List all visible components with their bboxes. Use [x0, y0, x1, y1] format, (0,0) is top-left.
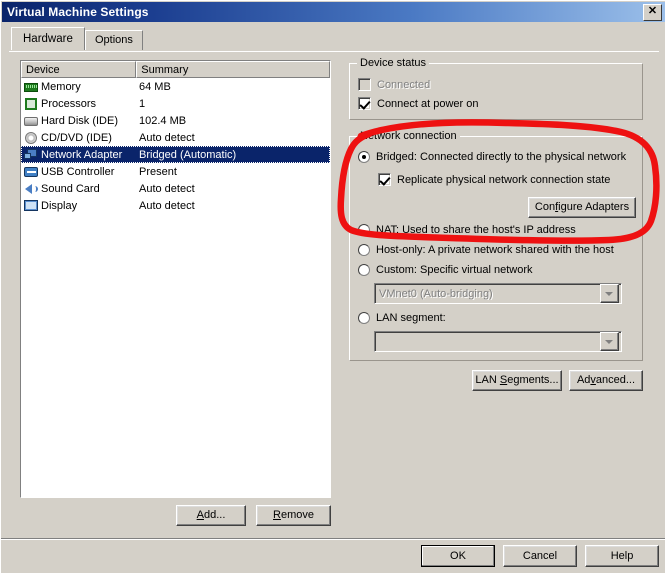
advanced-button[interactable]: Advanced... [569, 370, 643, 391]
device-summary: Auto detect [139, 199, 195, 212]
radio-nat-label: NAT: Used to share the host's IP address [376, 224, 576, 236]
custom-network-value: VMnet0 (Auto-bridging) [379, 287, 493, 300]
column-header-summary[interactable]: Summary [136, 61, 330, 78]
device-summary: 64 MB [139, 80, 171, 93]
chevron-down-icon[interactable] [600, 332, 619, 351]
configure-adapters-accel: f [555, 201, 559, 213]
radio-custom-label: Custom: Specific virtual network [376, 264, 533, 276]
hard-disk-icon [23, 113, 39, 129]
device-summary: Bridged (Automatic) [139, 148, 237, 161]
close-icon[interactable]: ✕ [643, 3, 662, 21]
device-list-header: Device Summary [21, 61, 330, 78]
connected-checkbox [358, 78, 371, 91]
add-button-label: dd... [203, 509, 226, 521]
device-summary: Auto detect [139, 182, 195, 195]
table-row[interactable]: Display Auto detect [21, 197, 330, 214]
radio-bridged-label: Bridged: Connected directly to the physi… [376, 151, 627, 163]
add-button[interactable]: Add... [176, 505, 246, 526]
connect-at-power-on-label: Connect at power on [377, 97, 479, 110]
configure-adapters-button[interactable]: Configure Adapters [528, 197, 636, 218]
device-summary: Present [139, 165, 177, 178]
device-name: USB Controller [41, 165, 115, 178]
column-header-device[interactable]: Device [21, 61, 137, 78]
table-row-selected[interactable]: Network Adapter Bridged (Automatic) [21, 146, 330, 163]
processor-icon [23, 96, 39, 112]
device-name: CD/DVD (IDE) [41, 131, 112, 144]
tab-hardware[interactable]: Hardware [11, 27, 85, 50]
cancel-button[interactable]: Cancel [503, 545, 577, 567]
replicate-state-row[interactable]: Replicate physical network connection st… [378, 173, 610, 186]
table-row[interactable]: Sound Card Auto detect [21, 180, 330, 197]
device-name: Memory [41, 80, 81, 93]
connect-at-power-on-row[interactable]: Connect at power on [358, 97, 479, 110]
advanced-accel: v [590, 374, 596, 386]
radio-nat-row[interactable]: NAT: Used to share the host's IP address [358, 224, 576, 236]
radio-bridged[interactable] [358, 151, 370, 163]
device-summary: 102.4 MB [139, 114, 187, 127]
remove-button-label: emove [280, 509, 314, 521]
usb-controller-icon [23, 164, 39, 180]
network-connection-groupbox: Network connection Bridged: Connected di… [349, 130, 643, 361]
table-row[interactable]: USB Controller Present [21, 163, 330, 180]
device-name: Sound Card [41, 182, 100, 195]
help-button[interactable]: Help [585, 545, 659, 567]
table-row[interactable]: Processors 1 [21, 95, 330, 112]
radio-lan-segment[interactable] [358, 312, 370, 324]
radio-custom-row[interactable]: Custom: Specific virtual network [358, 264, 533, 276]
network-adapter-icon [23, 147, 39, 163]
device-summary: Auto detect [139, 131, 195, 144]
sound-card-icon [23, 181, 39, 197]
lan-segments-accel: S [499, 374, 508, 386]
network-connection-title: Network connection [357, 130, 460, 142]
device-status-groupbox: Device status Connected Connect at power… [349, 57, 643, 120]
chevron-down-icon[interactable] [600, 284, 619, 303]
device-name: Hard Disk (IDE) [41, 114, 119, 127]
custom-network-dropdown[interactable]: VMnet0 (Auto-bridging) [374, 283, 622, 304]
replicate-state-label: Replicate physical network connection st… [397, 173, 611, 186]
add-button-label-accel: A [196, 509, 204, 521]
lan-segments-button[interactable]: LAN Segments... [472, 370, 562, 391]
memory-icon [23, 79, 39, 95]
table-row[interactable]: Memory 64 MB [21, 78, 330, 95]
device-list[interactable]: Device Summary Memory 64 MB Processors 1… [20, 60, 331, 498]
display-icon [23, 198, 39, 214]
window-title: Virtual Machine Settings [7, 5, 149, 19]
device-name: Processors [41, 97, 97, 110]
remove-button[interactable]: Remove [256, 505, 331, 526]
tab-options[interactable]: Options [85, 30, 143, 50]
radio-custom[interactable] [358, 264, 370, 276]
device-summary: 1 [139, 97, 146, 110]
device-name: Display [41, 199, 78, 212]
table-row[interactable]: Hard Disk (IDE) 102.4 MB [21, 112, 330, 129]
device-name: Network Adapter [41, 148, 123, 161]
radio-host-only-row[interactable]: Host-only: A private network shared with… [358, 244, 614, 256]
radio-host-only[interactable] [358, 244, 370, 256]
connected-checkbox-row: Connected [358, 78, 430, 91]
cd-dvd-icon [23, 130, 39, 146]
radio-lan-segment-label: LAN segment: [376, 312, 446, 324]
radio-nat[interactable] [358, 224, 370, 236]
device-status-title: Device status [357, 57, 430, 69]
footer-separator [1, 538, 665, 540]
table-row[interactable]: CD/DVD (IDE) Auto detect [21, 129, 330, 146]
remove-button-label-accel: R [273, 509, 281, 521]
radio-lan-segment-row[interactable]: LAN segment: [358, 312, 446, 324]
connected-label: Connected [377, 78, 431, 91]
radio-host-only-label: Host-only: A private network shared with… [376, 244, 614, 256]
replicate-state-checkbox[interactable] [378, 173, 391, 186]
radio-bridged-row[interactable]: Bridged: Connected directly to the physi… [358, 151, 626, 163]
title-bar: Virtual Machine Settings ✕ [2, 2, 665, 22]
virtual-machine-settings-window: Virtual Machine Settings ✕ Hardware Opti… [0, 0, 666, 574]
ok-button[interactable]: OK [421, 545, 495, 567]
tab-strip: Hardware Options [11, 27, 659, 51]
connect-at-power-on-checkbox[interactable] [358, 97, 371, 110]
lan-segment-dropdown[interactable] [374, 331, 622, 352]
